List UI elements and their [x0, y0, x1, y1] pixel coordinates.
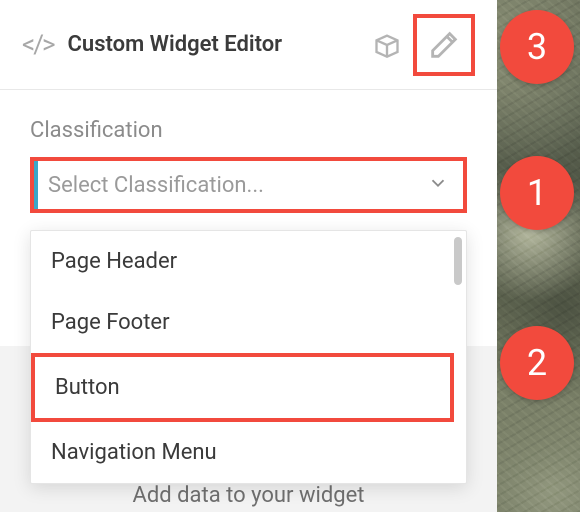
editor-body: Classification Select Classification... …	[0, 90, 497, 512]
scrollbar-thumb[interactable]	[454, 237, 462, 285]
package-icon[interactable]	[371, 31, 403, 59]
classification-dropdown: Page Header Page Footer Button Navigatio…	[30, 230, 467, 484]
callout-2: 2	[500, 326, 574, 400]
select-focus-accent	[34, 161, 38, 209]
data-zone-hint: Add data to your widget	[0, 483, 497, 508]
classification-label: Classification	[30, 118, 467, 143]
classification-section: Classification Select Classification...	[0, 90, 497, 213]
edit-button[interactable]	[413, 14, 475, 76]
map-preview: 3 1 2	[497, 0, 580, 512]
callout-3: 3	[500, 10, 574, 84]
chevron-down-icon	[427, 172, 449, 198]
classification-select[interactable]: Select Classification...	[30, 157, 467, 213]
option-button[interactable]: Button	[31, 353, 454, 422]
option-page-footer[interactable]: Page Footer	[31, 292, 458, 353]
editor-panel: </> Custom Widget Editor Classification …	[0, 0, 497, 512]
page-title: Custom Widget Editor	[68, 32, 283, 57]
classification-placeholder: Select Classification...	[48, 173, 427, 198]
option-navigation-menu[interactable]: Navigation Menu	[31, 422, 458, 483]
code-icon: </>	[22, 30, 54, 60]
callout-1: 1	[500, 156, 574, 230]
editor-header: </> Custom Widget Editor	[0, 0, 497, 90]
option-page-header[interactable]: Page Header	[31, 231, 458, 292]
